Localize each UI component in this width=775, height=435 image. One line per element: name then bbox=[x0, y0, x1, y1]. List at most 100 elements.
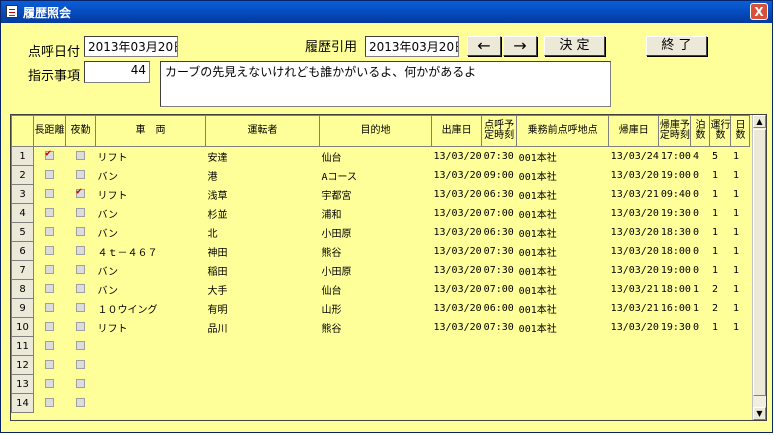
trips-cell[interactable]: 5 bbox=[710, 147, 731, 166]
depart-date-cell[interactable]: 13/03/20 bbox=[432, 185, 482, 204]
nights-cell[interactable]: 4 bbox=[691, 147, 710, 166]
long-distance-checkbox[interactable] bbox=[45, 284, 55, 293]
depart-date-cell[interactable]: 13/03/20 bbox=[432, 204, 482, 223]
row-number[interactable]: 5 bbox=[11, 222, 34, 242]
night-cell[interactable] bbox=[66, 223, 96, 242]
long-distance-checkbox[interactable] bbox=[45, 398, 55, 407]
night-checkbox[interactable] bbox=[76, 322, 85, 331]
driver-cell[interactable]: 稲田 bbox=[206, 261, 320, 280]
pre-call-place-cell[interactable]: 001本社 bbox=[517, 185, 609, 204]
table-row[interactable]: 8 バン 大手 仙台 13/03/20 07:00 001本社 13/03/21… bbox=[11, 279, 750, 299]
trips-cell[interactable]: 1 bbox=[710, 261, 731, 280]
destination-cell[interactable]: 小田原 bbox=[320, 261, 432, 280]
night-checkbox[interactable] bbox=[76, 208, 85, 217]
long-distance-cell[interactable] bbox=[34, 280, 66, 299]
return-time-cell[interactable]: 17:00 bbox=[659, 147, 691, 166]
night-checkbox[interactable] bbox=[76, 186, 85, 198]
long-distance-cell[interactable] bbox=[34, 375, 66, 394]
days-cell[interactable]: 1 bbox=[731, 223, 750, 242]
days-cell[interactable]: 1 bbox=[731, 299, 750, 318]
table-row[interactable]: 14 bbox=[11, 393, 750, 413]
scroll-thumb[interactable] bbox=[753, 129, 766, 396]
night-cell[interactable] bbox=[66, 337, 96, 356]
night-cell[interactable] bbox=[66, 280, 96, 299]
next-arrow-button[interactable]: → bbox=[503, 36, 537, 56]
row-number[interactable]: 14 bbox=[11, 393, 34, 413]
return-time-cell[interactable]: 18:30 bbox=[659, 223, 691, 242]
night-cell[interactable] bbox=[66, 185, 96, 204]
row-number[interactable]: 1 bbox=[11, 146, 34, 166]
row-number[interactable]: 2 bbox=[11, 165, 34, 185]
confirm-button[interactable]: 決 定 bbox=[544, 36, 605, 56]
history-date-field[interactable]: 2013年03月20日 bbox=[365, 36, 459, 57]
close-button[interactable]: X bbox=[750, 3, 768, 20]
night-cell[interactable] bbox=[66, 318, 96, 337]
vehicle-cell[interactable]: バン bbox=[96, 166, 206, 185]
return-time-cell[interactable]: 18:00 bbox=[659, 242, 691, 261]
destination-cell[interactable]: 熊谷 bbox=[320, 318, 432, 337]
night-cell[interactable] bbox=[66, 375, 96, 394]
row-number[interactable]: 9 bbox=[11, 298, 34, 318]
driver-cell[interactable]: 大手 bbox=[206, 280, 320, 299]
vehicle-cell[interactable]: １０ウイング bbox=[96, 299, 206, 318]
night-cell[interactable] bbox=[66, 394, 96, 413]
driver-cell[interactable]: 有明 bbox=[206, 299, 320, 318]
table-row[interactable]: 11 bbox=[11, 336, 750, 356]
pre-call-place-cell[interactable]: 001本社 bbox=[517, 280, 609, 299]
table-row[interactable]: 13 bbox=[11, 374, 750, 394]
long-distance-cell[interactable] bbox=[34, 299, 66, 318]
long-distance-checkbox[interactable] bbox=[45, 360, 55, 369]
destination-cell[interactable]: 浦和 bbox=[320, 204, 432, 223]
destination-cell[interactable]: 仙台 bbox=[320, 280, 432, 299]
return-date-cell[interactable]: 13/03/20 bbox=[609, 318, 659, 337]
nights-cell[interactable]: 1 bbox=[691, 299, 710, 318]
night-checkbox[interactable] bbox=[76, 360, 85, 369]
depart-date-cell[interactable]: 13/03/20 bbox=[432, 223, 482, 242]
call-time-cell[interactable]: 07:00 bbox=[482, 204, 517, 223]
days-cell[interactable]: 1 bbox=[731, 261, 750, 280]
depart-date-cell[interactable]: 13/03/20 bbox=[432, 242, 482, 261]
long-distance-cell[interactable] bbox=[34, 204, 66, 223]
pre-call-place-cell[interactable]: 001本社 bbox=[517, 261, 609, 280]
long-distance-cell[interactable] bbox=[34, 185, 66, 204]
vehicle-cell[interactable]: リフト bbox=[96, 147, 206, 166]
nights-cell[interactable]: 0 bbox=[691, 223, 710, 242]
long-distance-cell[interactable] bbox=[34, 147, 66, 166]
prev-arrow-button[interactable]: ← bbox=[467, 36, 501, 56]
nights-cell[interactable]: 1 bbox=[691, 280, 710, 299]
row-number[interactable]: 4 bbox=[11, 203, 34, 223]
days-cell[interactable]: 1 bbox=[731, 147, 750, 166]
destination-cell[interactable]: 熊谷 bbox=[320, 242, 432, 261]
depart-date-cell[interactable]: 13/03/20 bbox=[432, 280, 482, 299]
night-checkbox[interactable] bbox=[76, 379, 85, 388]
night-checkbox[interactable] bbox=[76, 398, 85, 407]
nights-cell[interactable]: 0 bbox=[691, 318, 710, 337]
driver-cell[interactable]: 神田 bbox=[206, 242, 320, 261]
return-date-cell[interactable]: 13/03/21 bbox=[609, 280, 659, 299]
call-time-cell[interactable]: 07:30 bbox=[482, 261, 517, 280]
vehicle-cell[interactable]: リフト bbox=[96, 318, 206, 337]
table-row[interactable]: 2 バン 港 Aコース 13/03/20 09:00 001本社 13/03/2… bbox=[11, 165, 750, 185]
long-distance-checkbox[interactable] bbox=[45, 148, 55, 160]
long-distance-cell[interactable] bbox=[34, 356, 66, 375]
night-cell[interactable] bbox=[66, 261, 96, 280]
driver-cell[interactable]: 浅草 bbox=[206, 185, 320, 204]
call-time-cell[interactable]: 06:00 bbox=[482, 299, 517, 318]
nights-cell[interactable]: 0 bbox=[691, 166, 710, 185]
scroll-down-icon[interactable]: ▼ bbox=[753, 407, 766, 420]
driver-cell[interactable]: 北 bbox=[206, 223, 320, 242]
return-date-cell[interactable]: 13/03/20 bbox=[609, 261, 659, 280]
table-row[interactable]: 5 バン 北 小田原 13/03/20 06:30 001本社 13/03/20… bbox=[11, 222, 750, 242]
night-checkbox[interactable] bbox=[76, 341, 85, 350]
return-time-cell[interactable]: 19:00 bbox=[659, 261, 691, 280]
pre-call-place-cell[interactable]: 001本社 bbox=[517, 223, 609, 242]
night-checkbox[interactable] bbox=[76, 265, 85, 274]
trips-cell[interactable]: 1 bbox=[710, 166, 731, 185]
vehicle-cell[interactable]: バン bbox=[96, 280, 206, 299]
row-number[interactable]: 7 bbox=[11, 260, 34, 280]
destination-cell[interactable]: 宇都宮 bbox=[320, 185, 432, 204]
long-distance-checkbox[interactable] bbox=[45, 322, 55, 331]
row-number[interactable]: 12 bbox=[11, 355, 34, 375]
scroll-up-icon[interactable]: ▲ bbox=[753, 115, 766, 128]
night-checkbox[interactable] bbox=[76, 151, 85, 160]
